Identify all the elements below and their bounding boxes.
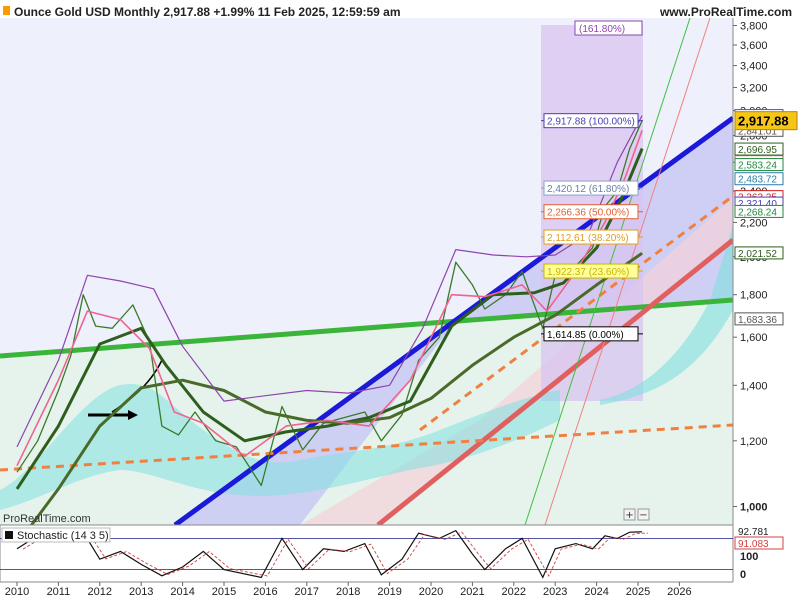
fib-label-0: 2,917.88 (100.00%) xyxy=(547,117,635,128)
price-tick-label: 3,200 xyxy=(740,82,768,94)
time-tick-label: 2025 xyxy=(626,586,650,598)
last-price-label: 2,917.88 xyxy=(738,114,789,129)
fib-label-2: 2,266.36 (50.00%) xyxy=(547,208,629,219)
time-tick-label: 2024 xyxy=(584,586,608,598)
time-tick-label: 2022 xyxy=(502,586,526,598)
price-tick-label: 3,800 xyxy=(740,21,768,33)
zoom-in-button-icon: + xyxy=(625,510,633,521)
price-box-label-9: 2,021.52 xyxy=(738,249,777,260)
time-tick-label: 2012 xyxy=(88,586,112,598)
time-tick-label: 2019 xyxy=(377,586,401,598)
stochastic-panel[interactable]: Stochastic (14 3 5) 92.78191.083100 0 xyxy=(0,524,784,583)
stochastic-scale-bottom: 0 xyxy=(740,569,746,581)
time-tick-label: 2021 xyxy=(460,586,484,598)
fib-label-3: 2,112.61 (38.20%) xyxy=(547,233,629,244)
price-tick-label: 1,400 xyxy=(740,380,768,392)
time-tick-label: 2017 xyxy=(295,586,319,598)
time-tick-label: 2023 xyxy=(543,586,567,598)
stochastic-legend-label: Stochastic (14 3 5) xyxy=(17,530,109,542)
stochastic-legend-swatch xyxy=(5,531,13,539)
price-box-label-4: 2,583.24 xyxy=(738,161,777,172)
price-tick-label: 1,800 xyxy=(740,290,768,302)
time-tick-label: 2013 xyxy=(129,586,153,598)
time-axis: 2010 2011 2012 2013 2014 2015 2016 2017 2018 2019… xyxy=(0,581,800,600)
price-box-label-5: 2,483.72 xyxy=(738,175,777,186)
price-tick-label: 2,200 xyxy=(740,217,768,229)
time-tick-label: 2020 xyxy=(419,586,443,598)
time-tick-label: 2018 xyxy=(336,586,360,598)
stochastic-value-d: 91.083 xyxy=(738,539,769,550)
price-tick-label: 1,000 xyxy=(740,502,768,514)
price-tick-label: 3,600 xyxy=(740,40,768,52)
time-tick-label: 2010 xyxy=(5,586,29,598)
stochastic-scale-top: 100 xyxy=(740,551,758,563)
watermark-text: ProRealTime.com xyxy=(3,513,91,525)
price-box-label-8: 2,268.24 xyxy=(738,207,777,218)
fib-top-label: (161.80%) xyxy=(579,24,625,35)
fib-label-5: 1,614.85 (0.00%) xyxy=(547,330,624,341)
time-tick-label: 2014 xyxy=(170,586,194,598)
time-tick-label: 2016 xyxy=(253,586,277,598)
stochastic-value-k: 92.781 xyxy=(738,527,769,538)
time-tick-label: 2026 xyxy=(667,586,691,598)
price-tick-label: 3,400 xyxy=(740,61,768,73)
zoom-out-button-icon: − xyxy=(639,510,647,521)
price-tick-label: 1,200 xyxy=(740,436,768,448)
price-box-label-10: 1,683.36 xyxy=(738,315,777,326)
price-box-label-2: 2,696.95 xyxy=(738,145,777,156)
price-tick-label: 1,600 xyxy=(740,332,768,344)
time-tick-label: 2011 xyxy=(47,586,71,598)
fib-label-4: 1,922.37 (23.60%) xyxy=(547,267,629,278)
price-chart[interactable]: (161.80%) 2,917.88 (100.00%) 2,420.12 (61.… xyxy=(0,0,800,600)
time-tick-label: 2015 xyxy=(212,586,236,598)
fib-label-1: 2,420.12 (61.80%) xyxy=(547,184,629,195)
